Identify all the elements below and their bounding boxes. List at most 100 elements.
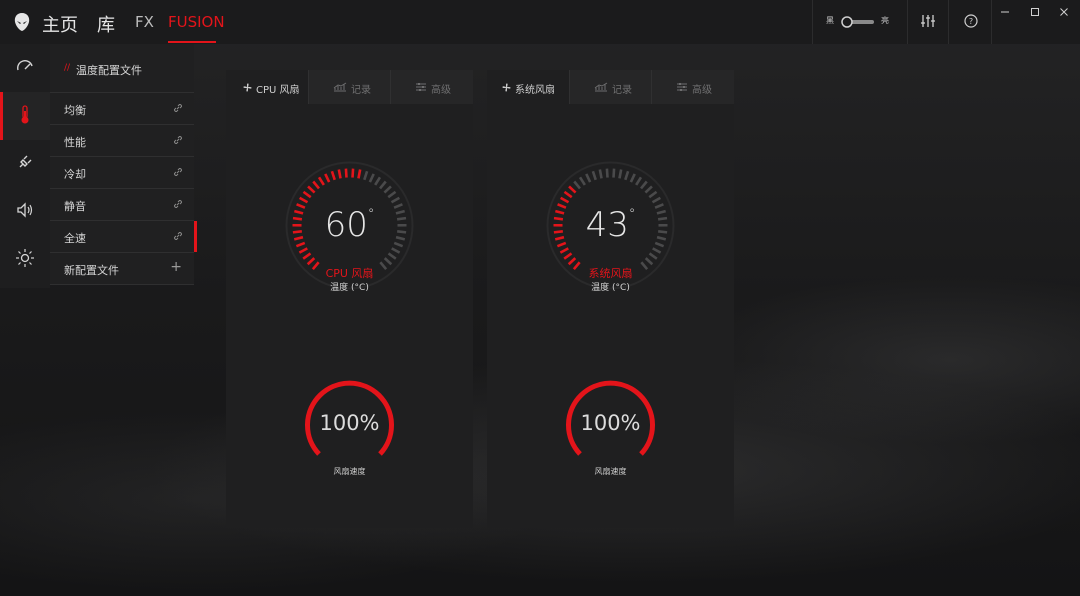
gauge-tick	[644, 257, 654, 266]
gauge-tick-active	[560, 196, 570, 204]
gauge-tick	[383, 257, 393, 266]
profile-panel-title: 温度配置文件	[76, 64, 142, 77]
nav-fusion[interactable]: FUSION	[168, 13, 225, 31]
tab-label: 系统风扇	[515, 85, 555, 96]
card-tabs: 系统风扇 记录 高级	[487, 70, 734, 104]
toggle-left-label: 黑	[826, 16, 834, 25]
tab-label: 记录	[612, 85, 632, 96]
gauge-tick	[651, 196, 661, 204]
tab-system-fan[interactable]: 系统风扇	[487, 70, 569, 104]
profile-file-icon: //	[64, 63, 71, 73]
gauge-tick-active	[298, 247, 308, 254]
gauge-tick-active	[312, 180, 320, 190]
profile-item-performance[interactable]: 性能	[50, 124, 194, 156]
performance-gauge-icon	[17, 60, 33, 71]
gauge-tick-active	[307, 185, 316, 194]
chart-icon	[333, 82, 347, 92]
minimize-icon[interactable]	[998, 5, 1012, 19]
gauge-tick	[635, 176, 643, 186]
sidebar-item-thermal[interactable]	[0, 92, 50, 140]
active-indicator	[0, 92, 3, 140]
sidebar-item-display[interactable]	[0, 236, 50, 284]
tab-advanced[interactable]: 高级	[652, 70, 734, 104]
brightness-icon	[16, 249, 34, 267]
power-plug-icon	[19, 155, 32, 168]
gauge-tick	[612, 168, 616, 178]
tab-cpu-fan[interactable]: CPU 风扇	[226, 70, 308, 104]
plus-icon[interactable]: +	[170, 259, 182, 275]
new-profile-label: 新配置文件	[64, 264, 119, 277]
gauge-tick-active	[337, 169, 342, 179]
profile-item-balanced[interactable]: 均衡	[50, 92, 194, 124]
title-bar: 主页 库 FX FUSION 黑 亮 ?	[0, 0, 1080, 44]
profile-item-cool[interactable]: 冷却	[50, 156, 194, 188]
tab-advanced[interactable]: 高级	[391, 70, 473, 104]
profile-label: 冷却	[64, 168, 86, 181]
gauge-tick-active	[302, 252, 312, 260]
link-icon[interactable]	[172, 102, 184, 114]
profile-label: 均衡	[64, 104, 86, 117]
fan-name-label: CPU 风扇	[325, 267, 374, 280]
sidebar-item-power[interactable]	[0, 140, 50, 188]
alienware-logo[interactable]	[14, 13, 30, 35]
speaker-icon	[17, 202, 33, 218]
tab-label: 高级	[431, 85, 451, 96]
gauge-tick	[652, 247, 662, 254]
gauge-tick	[648, 252, 658, 260]
system-fan-card: 系统风扇 记录 高级 43° 系统风扇 温度 (°C) 100% 风扇速度	[487, 70, 734, 528]
profile-item-full-speed[interactable]: 全速	[50, 220, 197, 252]
divider	[907, 0, 908, 44]
thermometer-icon	[21, 105, 29, 124]
tab-record[interactable]: 记录	[570, 70, 652, 104]
fan-icon	[243, 83, 252, 92]
nav-home[interactable]: 主页	[42, 11, 78, 37]
divider	[948, 0, 949, 44]
sliders-icon	[416, 83, 426, 91]
profile-label: 性能	[64, 136, 86, 149]
divider	[812, 0, 813, 44]
gauge-tick-active	[324, 173, 331, 183]
sidebar-item-audio[interactable]	[0, 188, 50, 236]
help-icon[interactable]: ?	[962, 12, 980, 30]
gauge-tick	[390, 196, 400, 204]
nav-fx[interactable]: FX	[135, 13, 154, 31]
link-icon[interactable]	[172, 166, 184, 178]
fan-speed-value: 100%	[580, 411, 641, 435]
link-icon[interactable]	[172, 134, 184, 146]
gauge-tick	[374, 176, 382, 186]
toggle-right-label: 亮	[881, 16, 889, 25]
link-icon[interactable]	[172, 198, 184, 210]
gauge-tick-active	[302, 190, 312, 199]
gauge-tick-active	[299, 196, 309, 204]
gauge-tick	[383, 185, 392, 194]
temperature-value: 43°	[585, 205, 636, 245]
gauge-tick	[391, 247, 401, 254]
divider	[991, 0, 992, 44]
fan-speed-label: 风扇速度	[333, 467, 366, 476]
settings-sliders-icon[interactable]	[919, 12, 937, 30]
link-icon[interactable]	[172, 230, 184, 242]
gauge-tick	[624, 170, 630, 181]
sliders-icon	[677, 83, 687, 91]
card-tabs: CPU 风扇 记录 高级	[226, 70, 473, 104]
gauge-tick	[605, 168, 609, 178]
fan-speed-value: 100%	[319, 411, 380, 435]
gauge-tick	[573, 180, 581, 190]
gauge-tick-active	[357, 169, 362, 179]
sidebar-item-performance[interactable]	[0, 44, 50, 92]
active-profile-indicator	[194, 221, 197, 252]
gauge-tick-active	[317, 176, 325, 186]
svg-text:?: ?	[969, 17, 973, 26]
gauge-tick	[363, 170, 369, 181]
close-icon[interactable]	[1057, 5, 1071, 19]
new-profile-button[interactable]: 新配置文件 +	[50, 252, 194, 285]
nav-library[interactable]: 库	[97, 11, 115, 37]
tab-record[interactable]: 记录	[309, 70, 391, 104]
fan-icon	[502, 83, 511, 92]
maximize-icon[interactable]	[1028, 5, 1042, 19]
profile-item-quiet[interactable]: 静音	[50, 188, 194, 220]
theme-toggle[interactable]: 黑 亮	[826, 14, 890, 30]
gauge-tick-active	[568, 185, 577, 194]
gauge-tick	[598, 169, 603, 179]
gauge-tick-active	[306, 257, 316, 266]
